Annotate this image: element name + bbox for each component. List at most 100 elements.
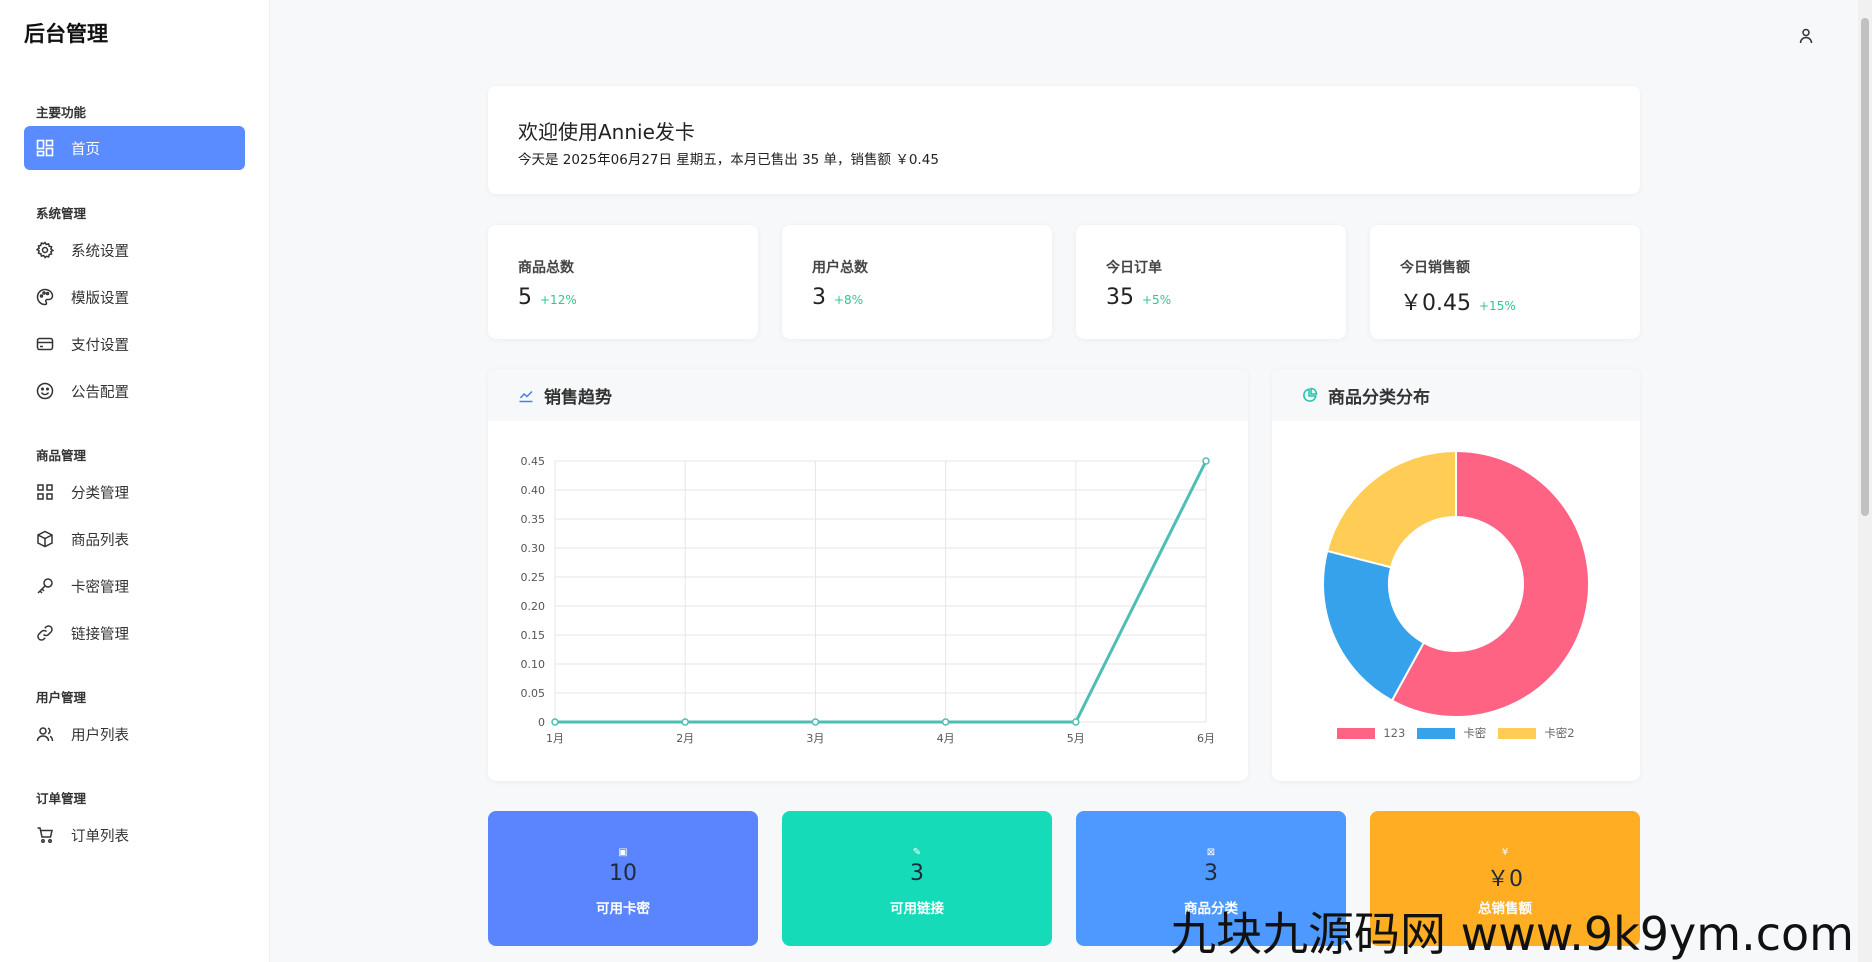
scrollbar-thumb[interactable]	[1861, 18, 1869, 516]
nav-group-orders: 订单管理	[36, 791, 87, 806]
stat-label: 用户总数	[812, 260, 868, 276]
cart-icon	[36, 826, 54, 844]
stat-card-goods: 商品总数 5 +12%	[488, 225, 758, 339]
summary-value: 3	[910, 861, 924, 886]
y-tick-label: 0.40	[521, 484, 546, 497]
summary-card-card-keys[interactable]: ▣ 10 可用卡密	[488, 811, 758, 946]
donut-chart	[1322, 449, 1590, 718]
y-tick-label: 0.05	[521, 687, 546, 700]
stat-value: ￥0.45 +15%	[1400, 291, 1516, 316]
grid-icon	[36, 483, 54, 501]
sidebar-item-label: 支付设置	[71, 337, 129, 354]
legend-item[interactable]: 卡密	[1417, 725, 1486, 741]
credit-card-icon	[36, 335, 54, 353]
x-tick-label: 4月	[937, 732, 955, 745]
category-distribution-panel: 商品分类分布 123 卡密 卡密2	[1272, 369, 1640, 781]
y-tick-label: 0.25	[521, 571, 546, 584]
sidebar-item-goods-list[interactable]: 商品列表	[24, 517, 245, 561]
sidebar-item-category[interactable]: 分类管理	[24, 470, 245, 514]
sidebar-item-label: 分类管理	[71, 485, 129, 502]
y-tick-label: 0.15	[521, 629, 546, 642]
y-tick-label: 0.45	[521, 455, 546, 468]
legend-swatch	[1337, 727, 1376, 739]
stat-value: 5 +12%	[518, 285, 577, 310]
legend-item[interactable]: 123	[1337, 725, 1405, 741]
x-tick-label: 3月	[806, 732, 824, 745]
sidebar-item-label: 用户列表	[71, 727, 129, 744]
gear-icon	[36, 241, 54, 259]
welcome-title: 欢迎使用Annie发卡	[518, 120, 695, 144]
stat-trend: +15%	[1479, 299, 1516, 313]
sidebar-item-payment-settings[interactable]: 支付设置	[24, 322, 245, 366]
sidebar-item-home[interactable]: 首页	[24, 126, 245, 170]
nav-group-goods: 商品管理	[36, 448, 87, 463]
sidebar-item-order-list[interactable]: 订单列表	[24, 813, 245, 857]
sidebar-item-label: 订单列表	[71, 828, 129, 845]
legend-swatch	[1498, 727, 1537, 739]
link-icon	[36, 624, 54, 642]
stat-trend: +8%	[834, 293, 864, 307]
user-icon[interactable]	[1797, 27, 1815, 45]
x-tick-label: 2月	[676, 732, 694, 745]
stat-card-orders: 今日订单 35 +5%	[1076, 225, 1346, 339]
summary-label: 可用链接	[890, 901, 944, 917]
users-icon	[36, 725, 54, 743]
link-icon: ✎	[912, 847, 922, 858]
stat-value: 35 +5%	[1106, 285, 1172, 310]
data-point	[811, 718, 820, 726]
x-tick-label: 5月	[1067, 732, 1085, 745]
data-point	[681, 718, 689, 726]
series-line	[555, 460, 1208, 724]
summary-label: 可用卡密	[596, 901, 650, 917]
sidebar-item-link-manage[interactable]: 链接管理	[24, 611, 245, 655]
sidebar-item-label: 商品列表	[71, 532, 129, 549]
palette-icon	[36, 288, 54, 306]
sidebar: 后台管理 主要功能 首页 系统管理 系统设置 模版设置 支付设置 公告配置 商品…	[0, 0, 270, 962]
sidebar-item-label: 链接管理	[71, 626, 129, 643]
stat-label: 今日销售额	[1400, 260, 1470, 276]
stat-value: 3 +8%	[812, 285, 864, 310]
welcome-subtitle: 今天是 2025年06月27日 星期五，本月已售出 35 单，销售额 ￥0.45	[518, 152, 939, 168]
scrollbar[interactable]	[1858, 0, 1872, 962]
y-tick-label: 0.10	[521, 658, 546, 671]
summary-card-links[interactable]: ✎ 3 可用链接	[782, 811, 1052, 946]
sidebar-item-user-list[interactable]: 用户列表	[24, 712, 245, 756]
card-key-icon: ▣	[618, 847, 628, 858]
pie-slice	[1325, 449, 1457, 569]
summary-value: ￥0	[1487, 867, 1523, 892]
data-point	[1072, 718, 1080, 726]
line-chart: 0 0.05 0.10 0.15 0.20 0.25 0.30 0.35 0.40 0.45 1月 2…	[521, 455, 1216, 745]
brand-title: 后台管理	[24, 22, 108, 46]
data-point	[551, 718, 559, 726]
sidebar-item-template-settings[interactable]: 模版设置	[24, 275, 245, 319]
summary-value: 3	[1204, 861, 1218, 886]
y-tick-label: 0	[538, 716, 545, 729]
category-icon: ⊠	[1206, 847, 1216, 858]
watermark: 九块九源码网 www.9k9ym.com	[1170, 907, 1854, 961]
x-tick-label: 1月	[546, 732, 564, 745]
dashboard-icon	[36, 139, 54, 157]
stat-trend: +5%	[1142, 293, 1172, 307]
stat-card-users: 用户总数 3 +8%	[782, 225, 1052, 339]
stat-trend: +12%	[540, 293, 577, 307]
x-tick-label: 6月	[1197, 732, 1215, 745]
y-tick-label: 0.35	[521, 513, 546, 526]
box-icon	[36, 530, 54, 548]
legend-swatch	[1417, 727, 1456, 739]
nav-group-users: 用户管理	[36, 690, 87, 705]
sidebar-item-label: 公告配置	[71, 384, 129, 401]
legend-item[interactable]: 卡密2	[1498, 725, 1575, 741]
data-point	[1202, 457, 1210, 465]
sales-trend-panel: 销售趋势 0 0.05 0.10 0.15 0.20 0.25 0.30 0.35 0.40 0.…	[488, 369, 1248, 781]
key-icon	[36, 577, 54, 595]
stat-card-sales: 今日销售额 ￥0.45 +15%	[1370, 225, 1640, 339]
sidebar-item-card-key[interactable]: 卡密管理	[24, 564, 245, 608]
data-point	[941, 718, 950, 726]
sidebar-item-announcement[interactable]: 公告配置	[24, 369, 245, 413]
sidebar-item-label: 卡密管理	[71, 579, 129, 596]
sidebar-item-system-settings[interactable]: 系统设置	[24, 228, 245, 272]
sidebar-item-label: 模版设置	[71, 290, 129, 307]
y-tick-label: 0.20	[521, 600, 546, 613]
sidebar-item-label: 首页	[71, 141, 100, 158]
stat-label: 今日订单	[1106, 260, 1162, 276]
